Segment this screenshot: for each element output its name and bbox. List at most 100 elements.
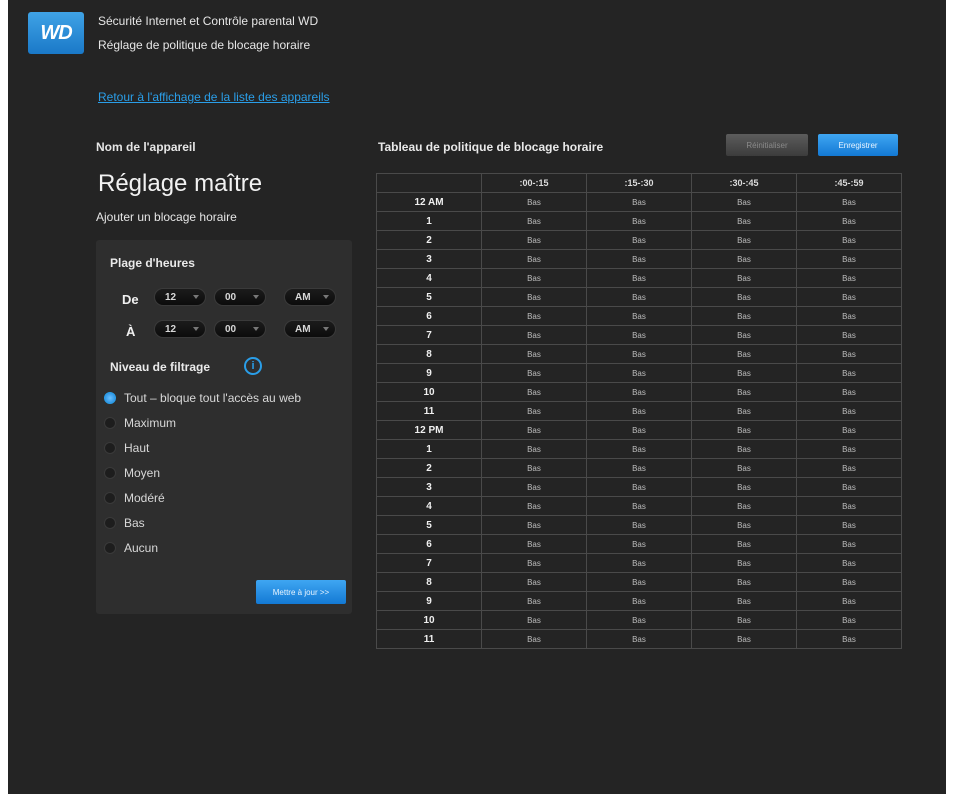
schedule-cell[interactable]: Bas xyxy=(796,268,902,288)
schedule-cell[interactable]: Bas xyxy=(796,439,902,459)
schedule-cell[interactable]: Bas xyxy=(796,287,902,307)
schedule-cell[interactable]: Bas xyxy=(691,382,797,402)
update-button[interactable]: Mettre à jour >> xyxy=(256,580,346,604)
schedule-cell[interactable]: Bas xyxy=(481,610,587,630)
schedule-cell[interactable]: Bas xyxy=(796,496,902,516)
schedule-cell[interactable]: Bas xyxy=(586,496,692,516)
schedule-cell[interactable]: Bas xyxy=(691,458,797,478)
schedule-cell[interactable]: Bas xyxy=(796,534,902,554)
schedule-cell[interactable]: Bas xyxy=(586,439,692,459)
schedule-cell[interactable]: Bas xyxy=(586,344,692,364)
schedule-cell[interactable]: Bas xyxy=(586,363,692,383)
schedule-cell[interactable]: Bas xyxy=(691,344,797,364)
schedule-cell[interactable]: Bas xyxy=(481,420,587,440)
schedule-cell[interactable]: Bas xyxy=(691,306,797,326)
schedule-cell[interactable]: Bas xyxy=(796,553,902,573)
filter-option-moyen[interactable]: Moyen xyxy=(104,465,160,481)
save-button[interactable]: Enregistrer xyxy=(818,134,898,156)
schedule-cell[interactable]: Bas xyxy=(691,230,797,250)
schedule-cell[interactable]: Bas xyxy=(481,553,587,573)
schedule-cell[interactable]: Bas xyxy=(796,401,902,421)
radio-selected-icon[interactable] xyxy=(104,392,116,404)
schedule-cell[interactable]: Bas xyxy=(796,192,902,212)
schedule-cell[interactable]: Bas xyxy=(796,515,902,535)
schedule-cell[interactable]: Bas xyxy=(586,477,692,497)
filter-option-bas[interactable]: Bas xyxy=(104,515,145,531)
schedule-cell[interactable]: Bas xyxy=(586,268,692,288)
from-ampm-select[interactable]: AM xyxy=(284,288,336,306)
info-icon[interactable]: i xyxy=(244,357,262,375)
schedule-cell[interactable]: Bas xyxy=(586,591,692,611)
schedule-cell[interactable]: Bas xyxy=(481,401,587,421)
schedule-cell[interactable]: Bas xyxy=(481,629,587,649)
schedule-cell[interactable]: Bas xyxy=(691,420,797,440)
schedule-cell[interactable]: Bas xyxy=(481,249,587,269)
filter-option-haut[interactable]: Haut xyxy=(104,440,149,456)
to-ampm-select[interactable]: AM xyxy=(284,320,336,338)
schedule-cell[interactable]: Bas xyxy=(481,363,587,383)
schedule-cell[interactable]: Bas xyxy=(481,458,587,478)
radio-icon[interactable] xyxy=(104,542,116,554)
schedule-cell[interactable]: Bas xyxy=(796,325,902,345)
schedule-cell[interactable]: Bas xyxy=(691,439,797,459)
schedule-cell[interactable]: Bas xyxy=(586,534,692,554)
schedule-cell[interactable]: Bas xyxy=(586,230,692,250)
filter-option-maximum[interactable]: Maximum xyxy=(104,415,176,431)
schedule-cell[interactable]: Bas xyxy=(691,477,797,497)
schedule-cell[interactable]: Bas xyxy=(586,382,692,402)
schedule-cell[interactable]: Bas xyxy=(481,230,587,250)
filter-option-aucun[interactable]: Aucun xyxy=(104,540,158,556)
filter-option-modere[interactable]: Modéré xyxy=(104,490,165,506)
schedule-cell[interactable]: Bas xyxy=(586,610,692,630)
schedule-cell[interactable]: Bas xyxy=(586,629,692,649)
schedule-cell[interactable]: Bas xyxy=(796,249,902,269)
schedule-cell[interactable]: Bas xyxy=(691,268,797,288)
schedule-cell[interactable]: Bas xyxy=(481,572,587,592)
schedule-cell[interactable]: Bas xyxy=(586,458,692,478)
schedule-cell[interactable]: Bas xyxy=(481,268,587,288)
schedule-cell[interactable]: Bas xyxy=(481,591,587,611)
schedule-cell[interactable]: Bas xyxy=(796,344,902,364)
schedule-cell[interactable]: Bas xyxy=(691,515,797,535)
schedule-cell[interactable]: Bas xyxy=(481,439,587,459)
schedule-cell[interactable]: Bas xyxy=(796,572,902,592)
schedule-cell[interactable]: Bas xyxy=(586,401,692,421)
schedule-cell[interactable]: Bas xyxy=(586,306,692,326)
schedule-cell[interactable]: Bas xyxy=(691,610,797,630)
to-hour-select[interactable]: 12 xyxy=(154,320,206,338)
schedule-cell[interactable]: Bas xyxy=(796,610,902,630)
schedule-cell[interactable]: Bas xyxy=(481,211,587,231)
schedule-cell[interactable]: Bas xyxy=(796,591,902,611)
radio-icon[interactable] xyxy=(104,467,116,479)
from-hour-select[interactable]: 12 xyxy=(154,288,206,306)
schedule-cell[interactable]: Bas xyxy=(481,382,587,402)
schedule-cell[interactable]: Bas xyxy=(691,363,797,383)
schedule-cell[interactable]: Bas xyxy=(586,572,692,592)
schedule-cell[interactable]: Bas xyxy=(481,477,587,497)
schedule-cell[interactable]: Bas xyxy=(691,192,797,212)
schedule-cell[interactable]: Bas xyxy=(481,325,587,345)
schedule-cell[interactable]: Bas xyxy=(691,553,797,573)
schedule-cell[interactable]: Bas xyxy=(481,515,587,535)
schedule-cell[interactable]: Bas xyxy=(796,230,902,250)
schedule-cell[interactable]: Bas xyxy=(796,629,902,649)
to-minute-select[interactable]: 00 xyxy=(214,320,266,338)
from-minute-select[interactable]: 00 xyxy=(214,288,266,306)
schedule-cell[interactable]: Bas xyxy=(796,458,902,478)
radio-icon[interactable] xyxy=(104,492,116,504)
schedule-cell[interactable]: Bas xyxy=(691,287,797,307)
schedule-cell[interactable]: Bas xyxy=(586,420,692,440)
schedule-cell[interactable]: Bas xyxy=(586,211,692,231)
reset-button[interactable]: Réinitialiser xyxy=(726,134,808,156)
schedule-cell[interactable]: Bas xyxy=(586,192,692,212)
schedule-cell[interactable]: Bas xyxy=(586,249,692,269)
schedule-cell[interactable]: Bas xyxy=(481,534,587,554)
schedule-cell[interactable]: Bas xyxy=(796,420,902,440)
schedule-cell[interactable]: Bas xyxy=(691,534,797,554)
radio-icon[interactable] xyxy=(104,442,116,454)
schedule-cell[interactable]: Bas xyxy=(691,249,797,269)
schedule-cell[interactable]: Bas xyxy=(481,496,587,516)
schedule-cell[interactable]: Bas xyxy=(796,477,902,497)
schedule-cell[interactable]: Bas xyxy=(481,306,587,326)
radio-icon[interactable] xyxy=(104,517,116,529)
